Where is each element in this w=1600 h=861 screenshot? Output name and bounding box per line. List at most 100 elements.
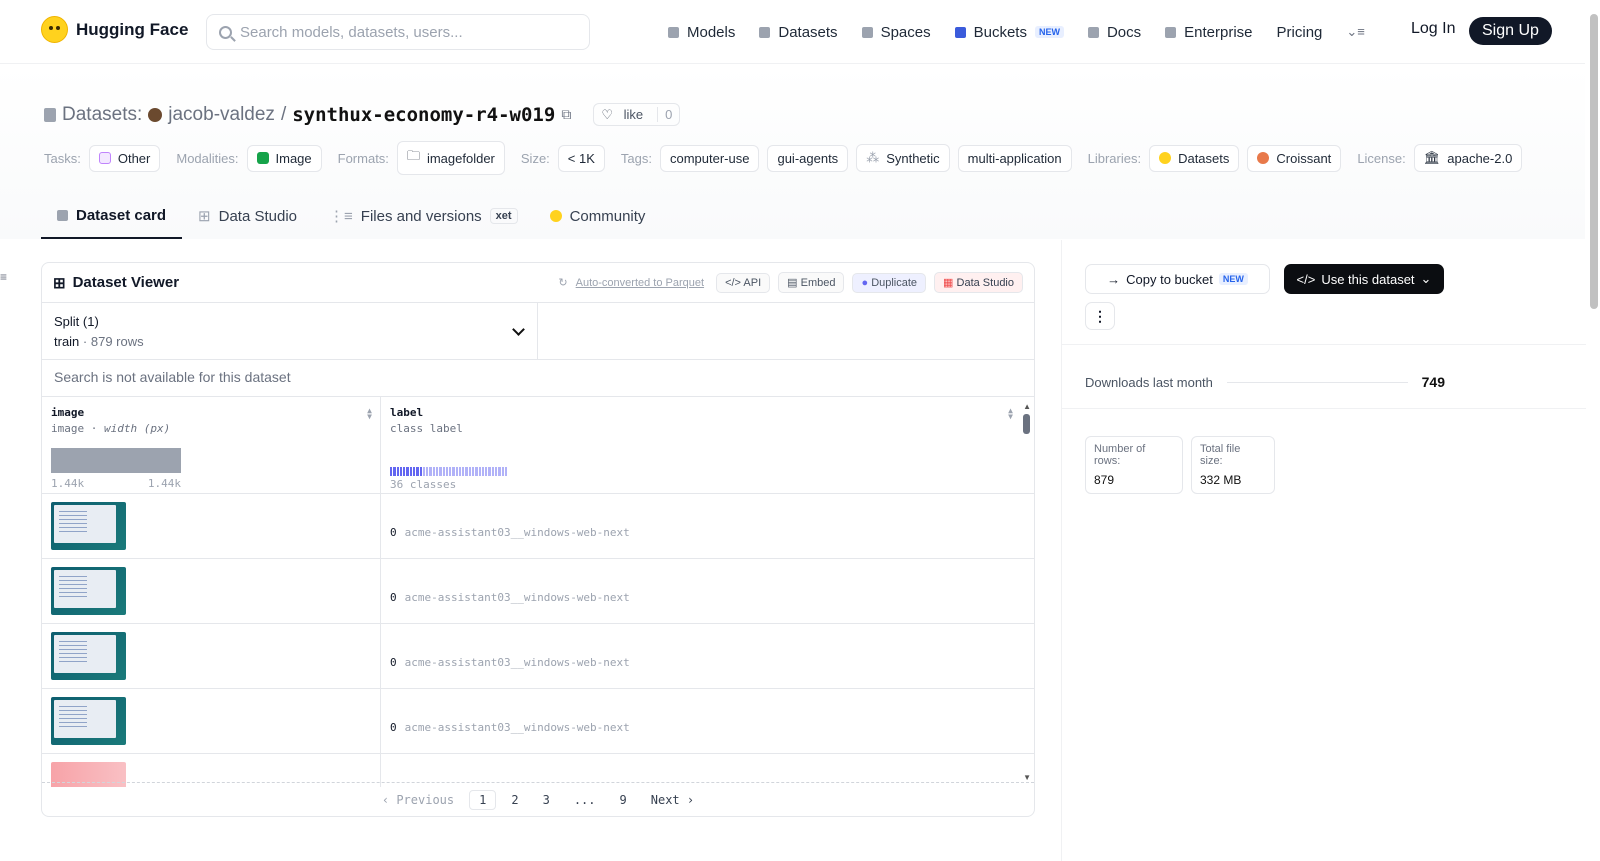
file-size-stat: Total file size: 332 MB [1191, 436, 1275, 494]
column-header-label[interactable]: label class label ▲ ▼ 36 classes [381, 397, 1021, 493]
copy-icon[interactable]: ⧉ [561, 106, 571, 123]
tags-label: Tags: [620, 150, 652, 166]
auto-converted-link[interactable]: Auto-converted to Parquet [576, 277, 704, 289]
tag-multi-application[interactable]: multi-application [957, 144, 1072, 172]
class-segment [481, 467, 485, 476]
tag-gui-agents[interactable]: gui-agents [767, 144, 849, 172]
more-options-button[interactable]: ⋮ [1085, 302, 1115, 330]
library-croissant[interactable]: Croissant [1247, 144, 1342, 172]
class-segment [449, 467, 452, 476]
duplicate-button[interactable]: ● Duplicate [852, 272, 927, 293]
use-dataset-button[interactable]: </> Use this dataset ⌄ [1284, 264, 1444, 294]
sort-icon[interactable]: ▲ ▼ [367, 407, 372, 421]
image-thumbnail[interactable] [51, 697, 126, 745]
task-tag[interactable]: Other [88, 144, 161, 172]
page-ellipsis: ... [573, 792, 596, 807]
column-header-image[interactable]: image image · width (px) ▲ ▼ 1.44k 1.44k [42, 397, 381, 493]
class-segment [439, 467, 442, 476]
format-tag[interactable]: 🗀 imagefolder [396, 141, 505, 175]
image-icon [256, 152, 269, 164]
class-segment [485, 467, 488, 476]
nav-spaces[interactable]: Spaces [861, 20, 931, 44]
nav-buckets[interactable]: Buckets NEW [954, 20, 1064, 44]
nav-models[interactable]: Models [668, 20, 735, 44]
menu-icon: ⌄≡ [1346, 24, 1365, 39]
page-2[interactable]: 2 [502, 791, 527, 809]
modality-tag[interactable]: Image [246, 144, 322, 172]
data-studio-button[interactable]: ▦ Data Studio [934, 272, 1023, 293]
nav-docs[interactable]: Docs [1087, 20, 1141, 44]
croissant-icon [1257, 152, 1270, 164]
label-id: 0 [390, 526, 397, 539]
scroll-up-icon[interactable]: ▲ [1023, 402, 1031, 411]
class-segment [442, 467, 445, 476]
search-input[interactable]: Search models, datasets, users... [206, 14, 590, 50]
tag-computer-use[interactable]: computer-use [659, 144, 760, 172]
grid-icon [861, 26, 873, 38]
split-rows: 879 rows [90, 334, 144, 349]
book-icon [1087, 26, 1099, 38]
table-scrollbar[interactable]: ▲ ▼ [1020, 397, 1034, 787]
side-menu-icon[interactable]: ≡ [0, 270, 7, 284]
nav-enterprise[interactable]: Enterprise [1165, 20, 1253, 44]
hugging-face-icon [41, 16, 68, 43]
class-segment [403, 467, 406, 476]
like-button[interactable]: ♡ like 0 [593, 103, 681, 126]
brand-logo[interactable]: Hugging Face [41, 16, 188, 43]
nav-more-menu[interactable]: ⌄≡ [1346, 20, 1364, 44]
nav-pricing[interactable]: Pricing [1277, 20, 1323, 44]
nav-datasets[interactable]: Datasets [759, 20, 838, 44]
like-count: 0 [657, 107, 679, 122]
right-sidebar: → Copy to bucket NEW </> Use this dataset ⌄ … [1061, 240, 1586, 861]
signup-button[interactable]: Sign Up [1469, 17, 1552, 45]
table-row[interactable]: 0 acme-assistant03__windows-web-next [42, 559, 1034, 624]
license-tag[interactable]: 🏛 apache-2.0 [1413, 144, 1523, 172]
page-9[interactable]: 9 [611, 791, 636, 809]
class-segment [468, 467, 472, 476]
tab-data-studio[interactable]: ⊞ Data Studio [182, 193, 313, 239]
class-segment [422, 467, 426, 476]
size-tag[interactable]: < 1K [557, 144, 605, 172]
next-page[interactable]: Next › [642, 791, 703, 809]
prev-page[interactable]: ‹ Previous [373, 791, 463, 809]
class-segment [465, 467, 468, 476]
split-name: train [54, 334, 80, 349]
page-3[interactable]: 3 [534, 791, 559, 809]
tab-dataset-card[interactable]: Dataset card [41, 193, 183, 239]
page-1[interactable]: 1 [469, 789, 497, 810]
brand-name: Hugging Face [76, 19, 189, 39]
database-icon [759, 26, 771, 38]
copy-to-bucket-button[interactable]: → Copy to bucket NEW [1085, 264, 1270, 294]
image-thumbnail[interactable] [51, 567, 126, 615]
library-datasets[interactable]: Datasets [1149, 144, 1240, 172]
chevron-down-icon: ⌄ [1420, 271, 1432, 286]
api-button[interactable]: </> API [716, 272, 771, 293]
table-row[interactable]: 0 acme-assistant03__windows-web-next [42, 624, 1034, 689]
class-segment [406, 467, 409, 476]
split-selector[interactable]: Split (1) train · 879 rows [42, 303, 538, 359]
label-id: 0 [390, 656, 397, 669]
sort-icon[interactable]: ▲ ▼ [1008, 407, 1013, 421]
tab-files[interactable]: ⋮≡ Files and versions xet [313, 193, 534, 239]
code-icon: </> [1296, 271, 1316, 287]
table-row[interactable]: 0 acme-assistant03__windows-web-next [42, 689, 1034, 754]
scroll-down-icon[interactable]: ▼ [1023, 773, 1031, 782]
image-thumbnail[interactable] [51, 632, 126, 680]
login-link[interactable]: Log In [1411, 20, 1455, 38]
community-icon [549, 210, 562, 222]
datasets-crumb[interactable]: Datasets: [62, 104, 142, 126]
class-segment [429, 467, 432, 476]
image-thumbnail[interactable] [51, 502, 126, 550]
tag-synthetic[interactable]: ⁂ Synthetic [856, 144, 950, 172]
table-row[interactable]: 0 acme-assistant03__windows-web-next [42, 494, 1034, 559]
task-icon [98, 152, 111, 164]
label-name: acme-assistant03__windows-web-next [404, 656, 630, 669]
owner-link[interactable]: jacob-valdez [168, 104, 275, 126]
embed-button[interactable]: ▤ Embed [778, 272, 845, 293]
xet-badge: xet [489, 208, 518, 224]
tab-community[interactable]: Community [534, 193, 662, 239]
dataset-name[interactable]: synthux-economy-r4-w019 [292, 104, 555, 126]
database-icon [44, 107, 56, 122]
page-scrollbar[interactable] [1588, 0, 1600, 861]
dataset-viewer: ⊞ Dataset Viewer ↻ Auto-converted to Parq… [41, 262, 1035, 817]
